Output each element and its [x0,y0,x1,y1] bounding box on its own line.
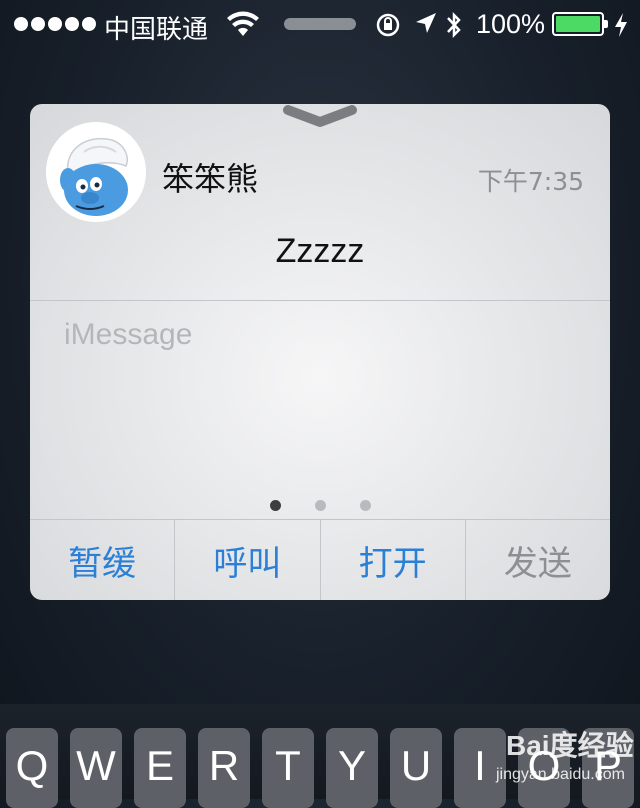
watermark-logo: Bai度经验 [506,730,634,761]
reply-input[interactable]: iMessage [64,318,192,352]
send-button[interactable]: 发送 [466,520,610,600]
signal-strength-icon [14,17,96,31]
call-button[interactable]: 呼叫 [175,520,321,600]
key-r[interactable]: R [198,728,250,808]
message-time: 下午7:35 [477,167,584,196]
page-dot [359,500,371,511]
message-notification-card: 笨笨熊 下午7:35 Zzzzz iMessage 暂缓 呼叫 打开 发送 [30,104,610,600]
open-button[interactable]: 打开 [321,520,466,600]
snooze-button[interactable]: 暂缓 [30,520,176,600]
sender-name: 笨笨熊 [162,160,259,198]
watermark: Bai度经验 jingyan.baidu.com [486,722,636,792]
watermark-url: jingyan.baidu.com [496,766,625,783]
key-t[interactable]: T [262,728,314,808]
wifi-icon [226,10,260,43]
battery-icon [552,12,608,36]
bluetooth-icon [444,10,464,45]
key-u[interactable]: U [390,728,442,808]
chevron-down-icon[interactable] [282,104,358,135]
page-dot [314,500,326,511]
message-text: Zzzzz [275,232,365,270]
key-q[interactable]: Q [6,728,58,808]
notification-actions: 暂缓 呼叫 打开 发送 [30,519,610,600]
location-icon [414,11,438,42]
divider [30,300,610,301]
status-bar: 中国联通 100% [0,0,640,50]
key-w[interactable]: W [70,728,122,808]
battery-percentage: 100% [476,9,546,39]
key-e[interactable]: E [134,728,186,808]
contact-avatar [46,122,146,222]
charging-icon [614,12,628,43]
key-y[interactable]: Y [326,728,378,808]
page-indicator [30,500,610,511]
carrier-name: 中国联通 [104,15,209,45]
orientation-lock-icon [374,11,402,44]
page-dot [269,500,281,511]
notification-center-grabber[interactable] [284,18,356,30]
